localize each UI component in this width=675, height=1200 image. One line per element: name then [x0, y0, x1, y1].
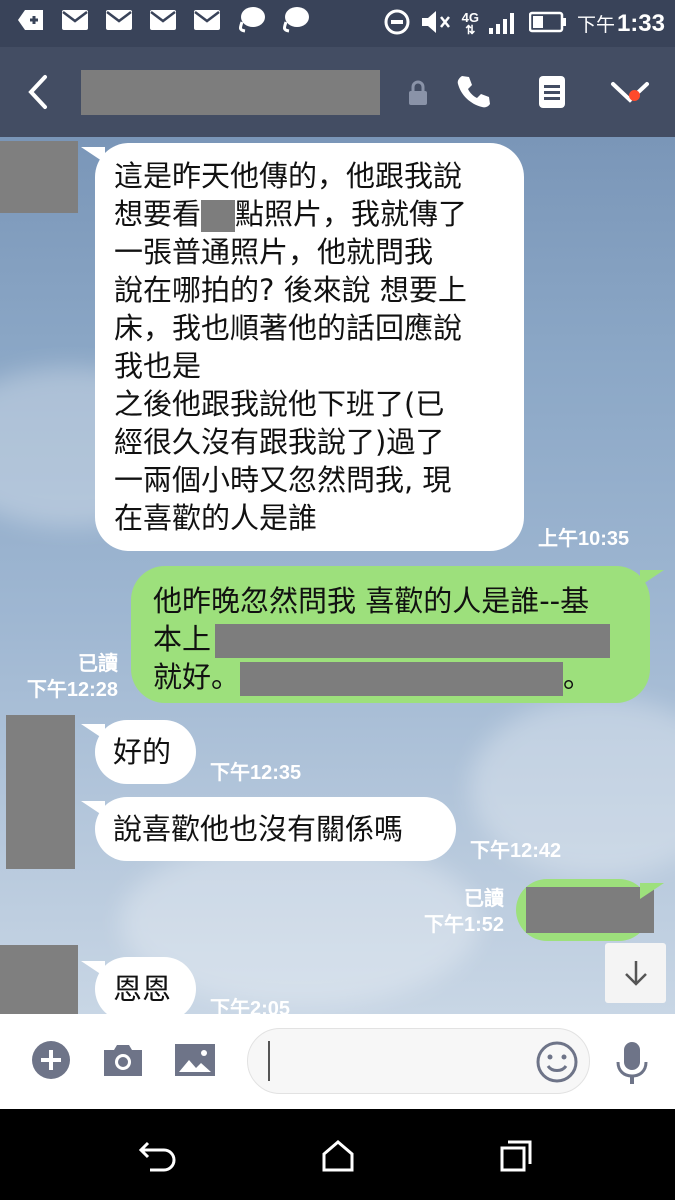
recents-nav-button[interactable] [491, 1131, 541, 1181]
message-timestamp: 上午10:35 [538, 528, 630, 550]
lock-icon [406, 80, 430, 106]
clock: 下午1:33 [577, 10, 665, 38]
message-timestamp: 下午12:28 [26, 679, 118, 701]
microphone-icon [616, 1042, 648, 1084]
message-line: 他昨晚忽然問我 喜歡的人是誰--基 [153, 584, 590, 618]
add-attachment-button[interactable] [27, 1036, 75, 1084]
phone-icon [457, 76, 490, 108]
image-icon [175, 1044, 215, 1076]
arrow-down-icon [624, 961, 647, 986]
read-label: 已讀 [78, 653, 118, 675]
message-line: 就好。 。 [153, 658, 650, 696]
camera-button[interactable] [99, 1036, 147, 1084]
message-line: 說在哪拍的? 後來說 想要上 [114, 273, 467, 307]
message-bubble-incoming[interactable]: 這是昨天他傳的，他跟我說 想要看 點照片，我就傳了 一張普通照片，他就問我 說在哪… [81, 143, 524, 551]
message-bubble-outgoing[interactable]: 他昨晚忽然問我 喜歡的人是誰--基 本上 就好。 。 [131, 566, 664, 703]
notification-icons [16, 7, 310, 33]
message-bubble-incoming[interactable]: 好的 [81, 720, 196, 784]
home-nav-button[interactable] [313, 1131, 363, 1181]
add-notification-icon [16, 8, 46, 32]
message-timestamp: 下午12:35 [210, 762, 302, 784]
message-bubble-incoming[interactable]: 恩恩 [81, 957, 196, 1014]
message-timestamp: 下午12:42 [470, 840, 562, 862]
back-nav-button[interactable] [133, 1131, 183, 1181]
message-text: 恩恩 [113, 972, 172, 1006]
message-line: 我也是 [114, 349, 202, 383]
clock-ampm: 下午 [576, 15, 615, 36]
chat-header [0, 47, 675, 137]
emoji-button[interactable] [535, 1040, 579, 1084]
message-line: 一兩個小時又忽然問我, 現 [114, 463, 452, 497]
chat-title-redacted [81, 70, 380, 115]
redacted-block [526, 887, 654, 933]
message-line: 一張普通照片，他就問我 [114, 235, 434, 269]
message-text: 想要看 [114, 197, 202, 231]
avatar[interactable] [0, 945, 78, 1014]
voice-button[interactable] [612, 1040, 652, 1088]
emoji-icon [536, 1041, 578, 1083]
read-receipt: 已讀 下午1:52 [404, 886, 504, 938]
mail-icon [148, 8, 178, 32]
scroll-to-bottom-button[interactable] [605, 943, 666, 1003]
redacted-block [240, 662, 564, 696]
message-timestamp: 下午2:05 [210, 998, 291, 1014]
chat-area[interactable]: 這是昨天他傳的，他跟我說 想要看 點照片，我就傳了 一張普通照片，他就問我 說在哪… [0, 137, 675, 1014]
mail-icon [60, 8, 90, 32]
system-status: 4G ⇅ 下午1:33 [384, 6, 665, 42]
message-text: 說喜歡他也沒有關係嗎 [113, 812, 404, 846]
read-label: 已讀 [464, 888, 504, 910]
camera-icon [104, 1045, 142, 1076]
text-cursor [268, 1041, 270, 1081]
clock-time: 1:33 [616, 10, 665, 37]
chat-bubble-icon [236, 7, 266, 33]
status-bar: 4G ⇅ 下午1:33 [0, 0, 675, 47]
note-icon [539, 76, 565, 108]
avatar[interactable] [6, 715, 75, 869]
notes-button[interactable] [528, 70, 576, 114]
signal-icon [488, 10, 519, 38]
message-text: 本上 [153, 622, 212, 656]
do-not-disturb-icon [384, 9, 410, 39]
message-line: 這是昨天他傳的，他跟我說 [114, 159, 463, 193]
call-button[interactable] [449, 70, 497, 114]
message-line: 想要看 點照片，我就傳了 [114, 195, 524, 233]
read-receipt: 已讀 下午12:28 [20, 651, 118, 703]
gallery-button[interactable] [171, 1036, 219, 1084]
network-4g-icon: 4G ⇅ [461, 10, 479, 37]
mute-icon [420, 9, 452, 39]
back-button[interactable] [16, 69, 60, 115]
recents-icon [500, 1140, 532, 1172]
message-timestamp: 下午1:52 [423, 914, 504, 936]
message-text: 好的 [113, 735, 172, 769]
message-bubble-incoming[interactable]: 說喜歡他也沒有關係嗎 [81, 797, 456, 861]
redacted-block [215, 624, 611, 658]
home-icon [322, 1140, 354, 1172]
message-text: 。 [563, 660, 593, 694]
mail-icon [104, 8, 134, 32]
menu-dropdown-button[interactable] [606, 70, 654, 114]
message-line: 本上 [153, 620, 650, 658]
battery-icon [528, 11, 567, 37]
back-chevron-icon [28, 75, 47, 109]
avatar[interactable] [0, 141, 78, 213]
message-line: 在喜歡的人是誰 [114, 501, 318, 535]
mail-icon [192, 8, 222, 32]
unread-dot [629, 90, 640, 101]
message-bubble-outgoing[interactable] [516, 879, 664, 941]
message-line: 經很久沒有跟我說了)過了 [114, 425, 445, 459]
message-text: 就好。 [153, 660, 241, 694]
message-line: 之後他跟我說他下班了(已 [114, 387, 445, 421]
chat-bubble-icon [280, 7, 310, 33]
plus-circle-icon [32, 1041, 70, 1079]
redacted-block [201, 200, 236, 232]
back-arrow-icon [138, 1141, 176, 1172]
system-nav-bar [0, 1109, 675, 1200]
message-line: 床，我也順著他的話回應說 [114, 311, 463, 345]
message-text: 點照片，我就傳了 [235, 197, 468, 231]
